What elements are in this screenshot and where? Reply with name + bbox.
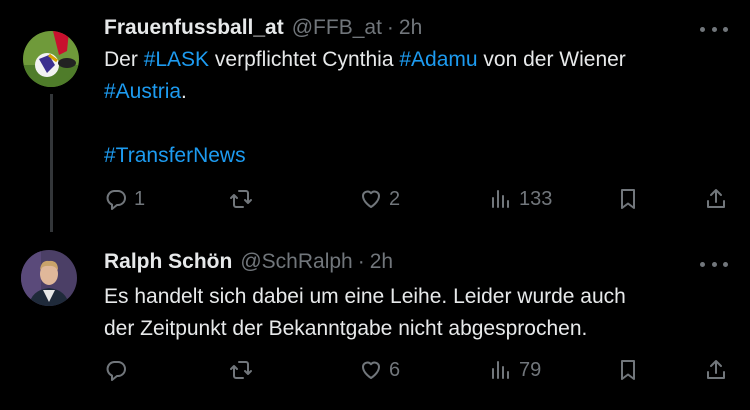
bookmark-button[interactable] (616, 184, 640, 214)
author-handle[interactable]: @FFB_at (292, 16, 382, 40)
author-name[interactable]: Ralph Schön (104, 250, 232, 274)
bookmark-icon (621, 189, 635, 209)
tweet2-text: Es handelt sich dabei um eine Leihe. Lei… (104, 281, 724, 345)
tweet1-header: Frauenfussball_at @FFB_at · 2h (104, 16, 422, 40)
share-icon (707, 189, 725, 208)
views-icon (492, 361, 509, 379)
avatar-image (23, 31, 79, 87)
like-button[interactable]: 6 (359, 355, 400, 385)
author-name[interactable]: Frauenfussball_at (104, 16, 284, 40)
views-count: 79 (519, 358, 542, 381)
empty-line (104, 108, 724, 140)
text-line: #Austria. (104, 76, 724, 108)
like-count: 6 (389, 358, 401, 381)
tweet1-actions: 1 2 133 (104, 184, 734, 214)
text-line: Es handelt sich dabei um eine Leihe. Lei… (104, 285, 626, 308)
retweet-button[interactable] (229, 184, 259, 214)
like-count: 2 (389, 187, 401, 210)
views-button[interactable]: 133 (489, 184, 552, 214)
share-button[interactable] (704, 184, 728, 214)
tweet1-text: Der #LASK verpflichtet Cynthia #Adamu vo… (104, 44, 724, 172)
reply-icon (106, 361, 126, 381)
separator-dot: · (386, 16, 394, 39)
retweet-icon (230, 190, 252, 208)
retweet-icon (230, 361, 252, 379)
reply-button[interactable] (104, 355, 134, 385)
timestamp[interactable]: 2h (399, 16, 422, 40)
more-icon[interactable] (700, 23, 728, 35)
hashtag-adamu[interactable]: #Adamu (399, 48, 477, 71)
text-line: Der #LASK verpflichtet Cynthia #Adamu vo… (104, 44, 724, 76)
tweet2-actions: 6 79 (104, 355, 734, 385)
share-icon (707, 360, 725, 379)
avatar-image (21, 250, 77, 306)
text-line: #TransferNews (104, 140, 724, 172)
text-line: der Zeitpunkt der Bekanntgabe nicht abge… (104, 317, 588, 340)
more-icon[interactable] (700, 258, 728, 270)
reply-button[interactable]: 1 (104, 184, 145, 214)
views-button[interactable]: 79 (489, 355, 541, 385)
avatar-frauenfussball[interactable] (23, 31, 79, 87)
views-count: 133 (519, 187, 553, 210)
separator-dot: · (357, 250, 365, 273)
text-segment: verpflichtet Cynthia (209, 48, 400, 71)
retweet-button[interactable] (229, 355, 259, 385)
like-icon (362, 361, 380, 379)
hashtag-transfernews[interactable]: #TransferNews (104, 144, 246, 167)
like-button[interactable]: 2 (359, 184, 400, 214)
bookmark-button[interactable] (616, 355, 640, 385)
bookmark-icon (621, 360, 635, 380)
thread-connector-line (50, 94, 53, 232)
timestamp[interactable]: 2h (370, 250, 393, 274)
text-segment: Der (104, 48, 144, 71)
like-icon (362, 190, 380, 208)
author-handle[interactable]: @SchRalph (240, 250, 352, 274)
reply-count: 1 (134, 187, 146, 210)
reply-icon (106, 190, 126, 210)
text-segment: von der Wiener (477, 48, 626, 71)
avatar-ralph-schoen[interactable] (21, 250, 77, 306)
tweet2-header: Ralph Schön @SchRalph · 2h (104, 250, 393, 274)
views-icon (492, 190, 509, 208)
hashtag-austria[interactable]: #Austria (104, 80, 181, 103)
hashtag-lask[interactable]: #LASK (144, 48, 209, 71)
text-segment: . (181, 80, 187, 103)
share-button[interactable] (704, 355, 728, 385)
